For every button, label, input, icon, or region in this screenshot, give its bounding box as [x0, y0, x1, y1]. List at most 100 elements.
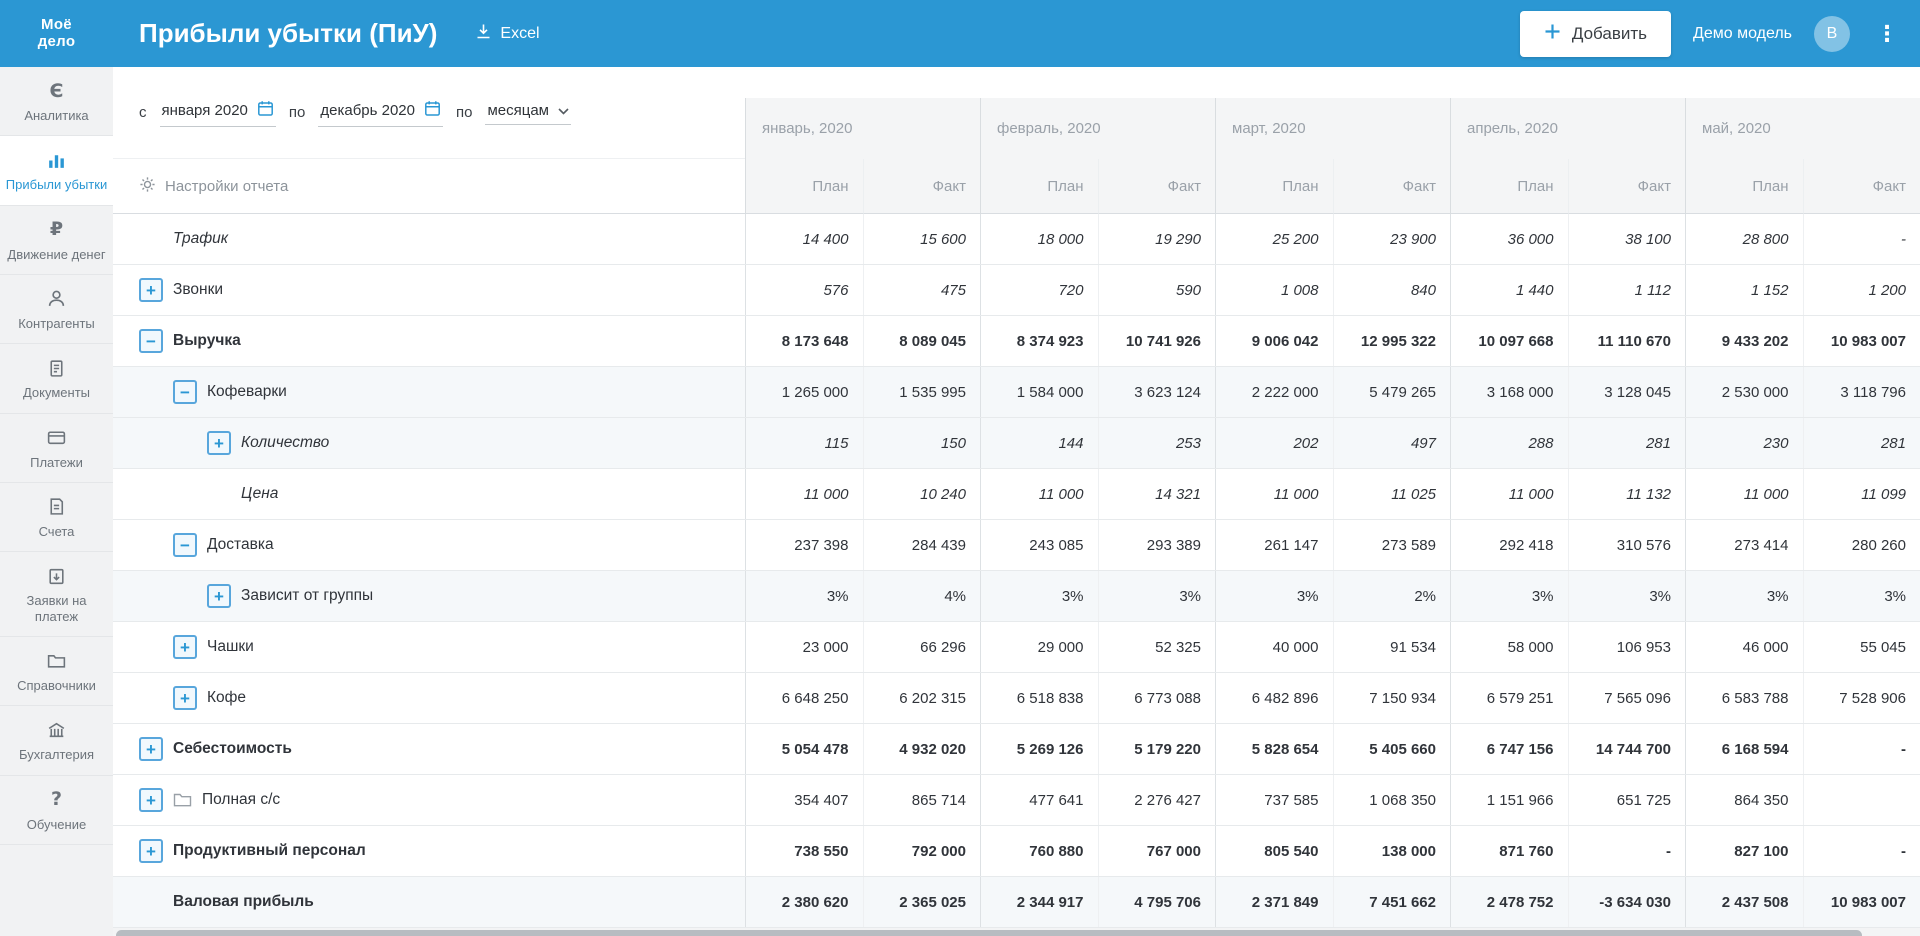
- row-label-cell: Трафик: [113, 214, 745, 264]
- sidebar-item-references[interactable]: Справочники: [0, 637, 113, 707]
- sidebar-item-label: Справочники: [17, 677, 96, 693]
- sidebar-item-payment-requests[interactable]: Заявки на платеж: [0, 552, 113, 637]
- cell-plan: 237 398: [745, 520, 863, 570]
- cell-plan: 23 000: [745, 622, 863, 672]
- add-button[interactable]: Добавить: [1519, 10, 1671, 57]
- row-label: Кофе: [207, 689, 247, 706]
- cell-plan: 720: [980, 265, 1098, 315]
- cell-plan: 2 371 849: [1215, 877, 1333, 927]
- group-by-value: месяцам: [487, 102, 549, 119]
- cell-fact: 792 000: [862, 826, 981, 876]
- expand-toggle[interactable]: +: [139, 788, 163, 812]
- cell-plan: 3%: [1685, 571, 1803, 621]
- row-label-cell: − Выручка: [113, 316, 745, 366]
- sidebar-item-invoices[interactable]: Счета: [0, 483, 113, 553]
- from-date-input[interactable]: января 2020: [159, 98, 276, 127]
- cell-fact: 4 795 706: [1097, 877, 1216, 927]
- sidebar-item-cash-flow[interactable]: ₽ Движение денег: [0, 206, 113, 275]
- sidebar-item-payments[interactable]: Платежи: [0, 414, 113, 483]
- account-name[interactable]: Демо модель: [1693, 25, 1792, 43]
- cell-fact: -: [1567, 826, 1686, 876]
- scrollbar-thumb[interactable]: [116, 930, 1862, 936]
- expand-toggle[interactable]: +: [139, 839, 163, 863]
- sidebar-item-counterparties[interactable]: Контрагенты: [0, 275, 113, 345]
- sidebar-item-label: Счета: [38, 523, 75, 539]
- cell-fact: 5 405 660: [1332, 724, 1451, 774]
- sidebar-item-accounting[interactable]: Бухгалтерия: [0, 706, 113, 776]
- row-label: Цена: [241, 485, 279, 502]
- kebab-menu-icon[interactable]: ⋮: [1872, 21, 1902, 47]
- expand-toggle[interactable]: +: [173, 686, 197, 710]
- cell-plan: 805 540: [1215, 826, 1333, 876]
- cell-fact: 10 741 926: [1097, 316, 1216, 366]
- excel-export-button[interactable]: Excel: [475, 23, 540, 45]
- row-label: Полная с/с: [202, 791, 281, 808]
- cell-plan: 5 269 126: [980, 724, 1098, 774]
- cell-plan: 8 374 923: [980, 316, 1098, 366]
- cell-fact: 12 995 322: [1332, 316, 1451, 366]
- calendar-icon[interactable]: [257, 100, 274, 121]
- logo-line-1: Моё: [41, 15, 72, 33]
- subheader-fact: Факт: [1097, 159, 1215, 214]
- expand-toggle[interactable]: +: [207, 584, 231, 608]
- cell-plan: 871 760: [1450, 826, 1568, 876]
- table-row: − Доставка 237 398 284 439 243 085 293 389 261…: [113, 520, 1920, 571]
- training-icon: ?: [50, 788, 63, 811]
- expand-toggle[interactable]: +: [173, 635, 197, 659]
- cell-plan: 1 152: [1685, 265, 1803, 315]
- subheader-fact: Факт: [862, 159, 980, 214]
- cell-plan: 737 585: [1215, 775, 1333, 825]
- expand-toggle[interactable]: +: [207, 431, 231, 455]
- settings-label: Настройки отчета: [165, 177, 289, 195]
- row-label-cell: − Доставка: [113, 520, 745, 570]
- table-row: + Звонки 576 475 720 590 1 008 840 1 440 1 112 1 1…: [113, 265, 1920, 316]
- cell-fact: 52 325: [1097, 622, 1216, 672]
- documents-icon: [46, 357, 67, 379]
- subheader-fact: Факт: [1567, 159, 1685, 214]
- cell-plan: 144: [980, 418, 1098, 468]
- expand-toggle[interactable]: +: [139, 278, 163, 302]
- sidebar-item-training[interactable]: ? Обучение: [0, 776, 113, 845]
- cell-fact: 767 000: [1097, 826, 1216, 876]
- cell-fact: 8 089 045: [862, 316, 981, 366]
- cell-plan: 6 747 156: [1450, 724, 1568, 774]
- sidebar-item-label: Обучение: [26, 816, 87, 832]
- main-content: с января 2020 по декабрь 2020 по месяцам: [113, 67, 1920, 936]
- collapse-toggle[interactable]: −: [173, 533, 197, 557]
- expand-toggle[interactable]: +: [139, 737, 163, 761]
- app-body: Є Аналитика Прибыли убытки ₽ Движение денег К…: [0, 67, 1920, 936]
- sidebar-item-profit-loss[interactable]: Прибыли убытки: [0, 136, 113, 206]
- logo-line-2: дело: [37, 32, 76, 50]
- cell-plan: 6 583 788: [1685, 673, 1803, 723]
- to-date-input[interactable]: декабрь 2020: [318, 98, 443, 127]
- row-label-cell: + Себестоимость: [113, 724, 745, 774]
- sidebar-item-analytics[interactable]: Є Аналитика: [0, 67, 113, 137]
- sidebar-item-label: Бухгалтерия: [18, 747, 95, 763]
- cell-fact: 6 202 315: [862, 673, 981, 723]
- cell-fact: 7 451 662: [1332, 877, 1451, 927]
- collapse-toggle[interactable]: −: [173, 380, 197, 404]
- calendar-icon[interactable]: [424, 100, 441, 121]
- horizontal-scrollbar[interactable]: [113, 928, 1920, 936]
- group-by-label: по: [455, 104, 473, 121]
- collapse-toggle[interactable]: −: [139, 329, 163, 353]
- cell-plan: 2 344 917: [980, 877, 1098, 927]
- sidebar-item-label: Прибыли убытки: [5, 177, 108, 193]
- row-label: Себестоимость: [173, 740, 292, 757]
- cell-plan: 3%: [980, 571, 1098, 621]
- row-label: Количество: [241, 434, 330, 451]
- subheader-plan: План: [745, 159, 863, 214]
- report-settings-button[interactable]: Настройки отчета: [113, 159, 745, 214]
- table-header-months: с января 2020 по декабрь 2020 по месяцам: [113, 67, 1920, 159]
- plus-icon: [1544, 23, 1561, 45]
- month-header: январь, 2020: [745, 98, 980, 159]
- avatar[interactable]: В: [1814, 15, 1850, 52]
- cell-fact: 14 321: [1097, 469, 1216, 519]
- app-logo[interactable]: Моё дело: [0, 15, 113, 51]
- cell-plan: 202: [1215, 418, 1333, 468]
- group-by-select[interactable]: месяцам: [485, 100, 571, 125]
- cell-plan: 115: [745, 418, 863, 468]
- sidebar-item-documents[interactable]: Документы: [0, 344, 113, 414]
- cell-fact: 7 150 934: [1332, 673, 1451, 723]
- analytics-icon: Є: [49, 79, 64, 102]
